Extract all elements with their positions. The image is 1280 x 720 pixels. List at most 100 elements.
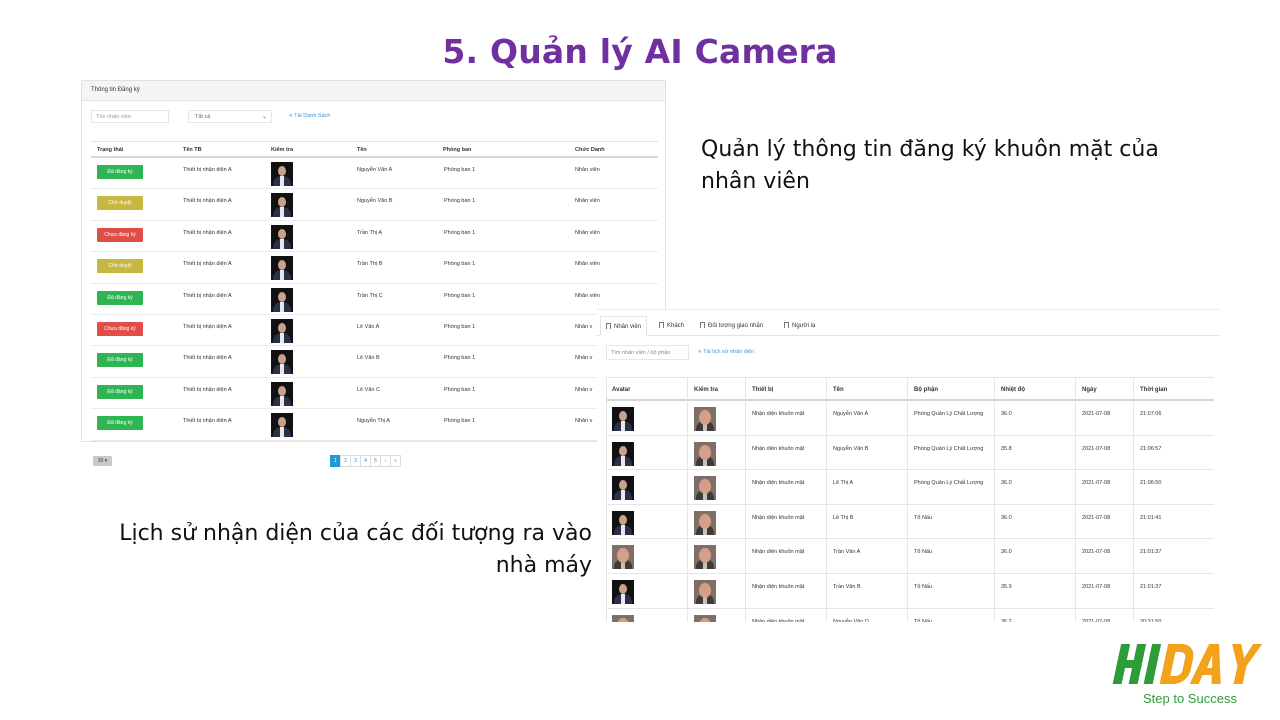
job-title: Nhân v [575,418,593,425]
column-header[interactable]: Tên [833,387,844,393]
employee-name: Nguyễn Văn B [357,198,393,205]
person-name: Lê Thị A [833,480,854,487]
history-panel: Nhân viên Khách Đối tượng giao nhận Ngườ… [597,309,1220,622]
photo-shirt [280,364,284,375]
download-list-link[interactable]: ⟡ Tải Danh Sách [289,113,330,120]
captured-photo[interactable] [694,614,716,622]
status-badge[interactable]: Chưa đăng ký [97,321,143,336]
status-badge[interactable]: Đã đăng ký [97,353,143,368]
status-badge[interactable]: Đã đăng ký [97,290,143,305]
tab-employees[interactable]: Nhân viên [600,316,648,336]
tab-label: Khách [667,323,685,329]
captured-photo[interactable] [612,614,634,622]
registered-photo[interactable] [612,476,634,501]
captured-photo[interactable] [694,545,716,570]
table-row: Nhận diện khuôn mặt Lê Thị B Tổ Nấu 36.0 202… [607,505,1214,540]
employee-name: Nguyễn Thị A [357,418,390,425]
captured-photo[interactable] [612,545,634,570]
device-type: Nhận diện khuôn mặt [752,411,805,417]
download-history-link[interactable]: ⟡ Tải lịch sử nhận diện [698,349,754,356]
temperature: 36.0 [1001,480,1012,487]
column-header[interactable]: Bộ phận [914,387,938,393]
column-header[interactable]: Trạng thái [97,147,123,153]
column-header[interactable]: Tên TB [183,147,202,153]
bookmark-icon [784,322,789,328]
status-badge[interactable]: Chờ duyệt [97,259,143,274]
tab-strangers[interactable]: Người lạ [779,316,820,336]
column-header[interactable]: Tên [357,147,367,153]
department: Tổ Nấu [914,618,933,622]
captured-photo[interactable] [694,579,716,604]
tab-label: Đối tượng giao nhận [708,323,763,329]
photo-shirt [280,395,284,406]
status-badge[interactable]: Đã đăng ký [97,416,143,431]
device-type: Nhận diện khuôn mặt [752,445,805,452]
column-header[interactable]: Nhiệt độ [1001,387,1025,393]
status-badge[interactable]: Chưa đăng ký [97,227,143,242]
photo-face [699,582,711,598]
registered-photo[interactable] [271,256,293,281]
device-type: Nhận diện khuôn mặt [752,618,805,622]
department: Tổ Nấu [914,514,933,521]
department: Tổ Nấu [914,583,933,590]
logo-tagline: Step to Success [1143,691,1237,706]
captured-photo[interactable] [694,510,716,535]
registered-photo[interactable] [271,287,293,312]
registered-photo[interactable] [271,162,293,186]
tab-guests[interactable]: Khách [654,316,689,336]
status-badge[interactable]: Đã đăng ký [97,165,143,179]
history-search-input[interactable]: Tìm nhân viên / bộ phận [606,345,689,360]
registered-photo[interactable] [271,381,293,406]
employee-search-input[interactable]: Tìm nhân viên [91,110,169,123]
registered-photo[interactable] [271,318,293,343]
photo-cell [271,256,293,281]
device-name: Thiết bị nhận diện A [183,229,232,236]
device-name: Thiết bị nhận diện A [183,292,232,299]
column-header[interactable]: Kiểm tra [271,147,293,153]
avatar-cell [612,476,634,501]
avatar-cell [612,545,634,570]
registered-photo[interactable] [612,407,634,431]
employee-name: Trần Thị B [357,261,383,268]
status-filter-value: Tất cả [195,114,211,120]
captured-photo[interactable] [694,476,716,501]
check-cell [694,579,716,604]
photo-face [619,583,627,594]
device-name: Thiết bị nhận diện A [183,355,232,362]
time: 20:31:50 [1140,618,1162,622]
tab-delivery[interactable]: Đối tượng giao nhận [695,316,768,336]
captured-photo[interactable] [694,407,716,431]
status-badge[interactable]: Đã đăng ký [97,384,143,399]
registered-photo[interactable] [271,413,293,438]
device-type: Nhận diện khuôn mặt [752,583,805,590]
registered-photo[interactable] [271,224,293,249]
registered-photo[interactable] [612,579,634,604]
registered-photo[interactable] [271,193,293,218]
registered-photo[interactable] [271,350,293,375]
column-header[interactable]: Chức Danh [575,147,605,153]
check-cell [694,476,716,501]
employee-name: Nguyễn Văn A [357,167,393,173]
table-row: Nhận diện khuôn mặt Nguyễn Văn B Phòng Quả… [607,436,1214,471]
status-filter-select[interactable]: Tất cả ⌄ [188,110,272,123]
status-badge[interactable]: Chờ duyệt [97,196,143,211]
registered-photo[interactable] [612,510,634,535]
bookmark-icon [700,322,705,328]
person-name: Trần Văn B [833,583,861,590]
department: Phòng ban 1 [444,167,476,173]
job-title: Nhân viên [575,167,600,173]
registration-filters: Tìm nhân viên Tất cả ⌄ ⟡ Tải Danh Sách [82,101,665,145]
column-header[interactable]: Thời gian [1140,387,1167,393]
page-size-select[interactable]: 10 ▾ [93,456,112,466]
column-header[interactable]: Kiểm tra [694,387,718,393]
page-size-value: 10 [97,458,104,464]
registered-photo[interactable] [612,441,634,466]
column-header[interactable]: Phòng ban [443,147,471,153]
column-header[interactable]: Ngày [1082,387,1097,393]
temperature: 36.0 [1001,514,1012,521]
column-header[interactable]: Thiết bị [752,387,773,393]
column-header[interactable]: Avatar [612,387,630,393]
captured-photo[interactable] [694,441,716,466]
page-button[interactable]: » [390,455,401,467]
date: 2021-07-08 [1082,583,1111,590]
